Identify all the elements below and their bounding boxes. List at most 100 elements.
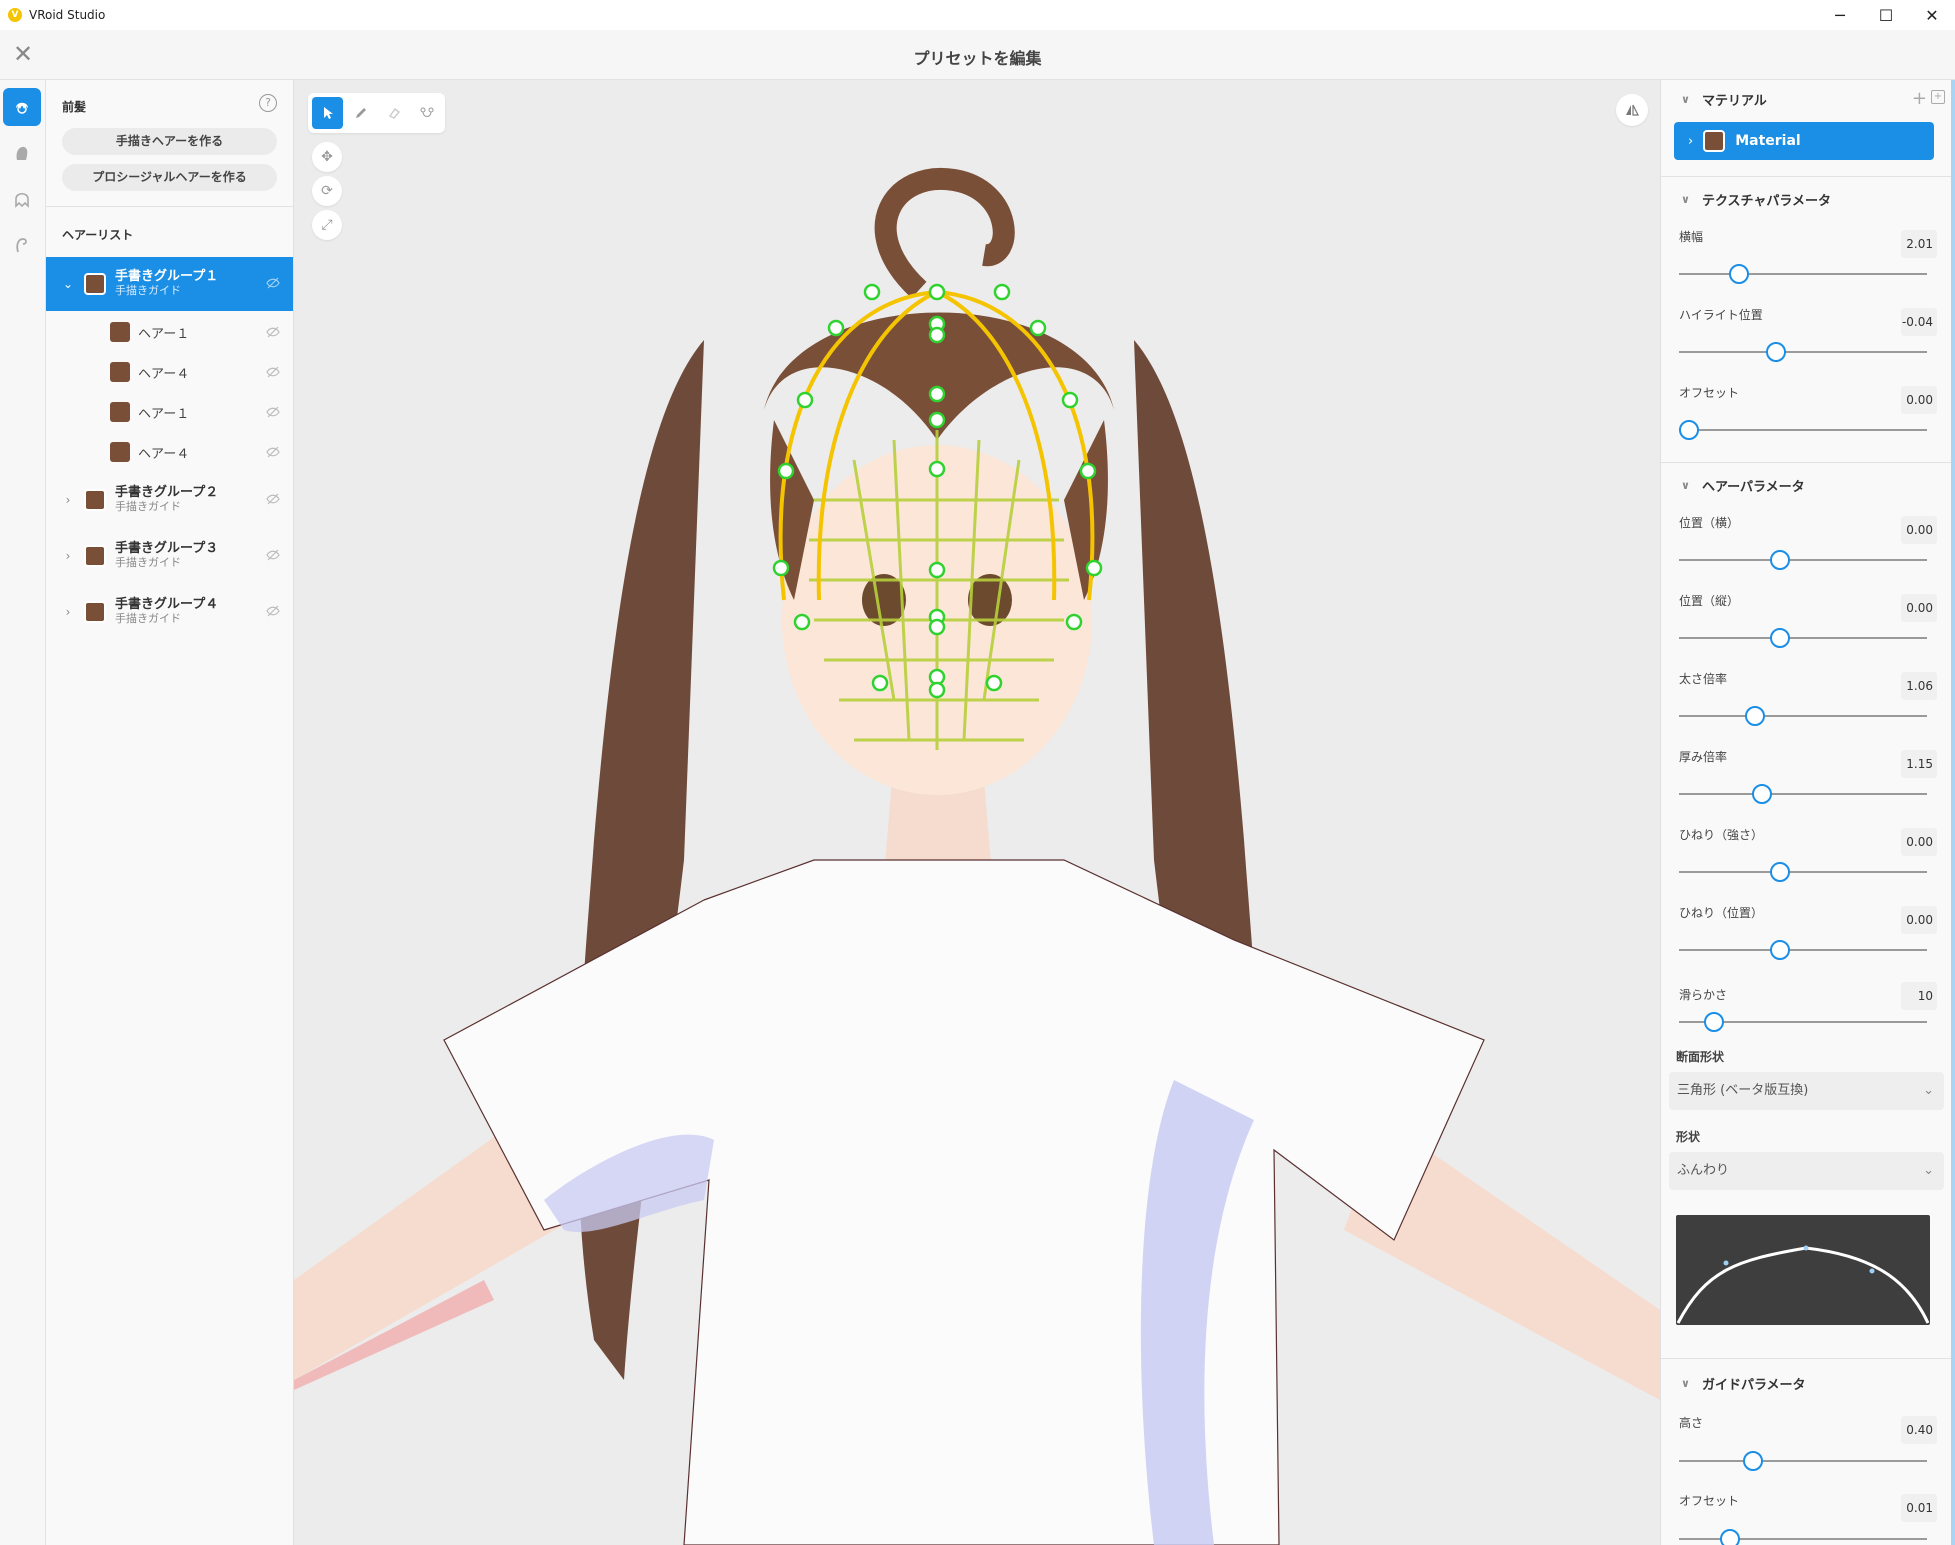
visibility-hidden-icon[interactable] (265, 324, 281, 340)
param-slider[interactable] (1679, 862, 1927, 882)
slider-thumb[interactable] (1742, 1451, 1763, 1471)
group-type: 手描きガイド (115, 500, 181, 513)
param-slider[interactable] (1679, 1529, 1927, 1545)
material-swatch (110, 362, 130, 382)
shape-select[interactable]: ふんわり ⌄ (1669, 1152, 1944, 1190)
material-section-header[interactable]: ∨ マテリアル (1681, 90, 1767, 109)
panel-heading: 前髪 (62, 100, 87, 114)
param-value-input[interactable]: 0.40 (1901, 1416, 1937, 1444)
visibility-hidden-icon[interactable] (265, 275, 281, 291)
slider-thumb[interactable] (1770, 628, 1791, 648)
create-procedural-hair-button[interactable]: プロシージャルヘアーを作る (62, 164, 277, 191)
ahoge-icon[interactable] (3, 226, 41, 264)
hair-name: ヘアー４ (138, 446, 190, 462)
eraser-icon[interactable] (379, 97, 410, 129)
visibility-hidden-icon[interactable] (265, 491, 281, 507)
visibility-hidden-icon[interactable] (265, 547, 281, 563)
param-slider[interactable] (1679, 706, 1927, 726)
slider-thumb[interactable] (1720, 1529, 1741, 1545)
hair-child-row[interactable]: ヘアー４ (46, 352, 293, 392)
param-slider[interactable] (1679, 1012, 1927, 1032)
chevron-right-icon[interactable]: › (58, 549, 78, 563)
param-value-input[interactable]: 0.00 (1901, 386, 1937, 414)
guide-heading: ガイドパラメータ (1701, 1378, 1806, 1393)
hair-group-row[interactable]: › 手書きグループ３ 手描きガイド (46, 529, 293, 583)
pen-icon[interactable] (345, 97, 376, 129)
param-value-input[interactable]: 1.15 (1901, 750, 1937, 778)
shape-value: ふんわり (1677, 1163, 1730, 1178)
move-view-icon[interactable]: ✥ (312, 142, 342, 172)
cross-section-value: 三角形 (ベータ版互換) (1677, 1083, 1809, 1098)
slider-thumb[interactable] (1704, 1012, 1725, 1032)
slider-thumb[interactable] (1729, 264, 1750, 284)
3d-viewport[interactable]: ✥ ⟳ ⤢ (294, 80, 1660, 1545)
material-row[interactable]: › Material (1674, 122, 1934, 160)
chevron-down-icon[interactable]: ⌄ (58, 277, 78, 291)
hair-section-header[interactable]: ∨ ヘアーパラメータ (1681, 476, 1805, 495)
param-slider[interactable] (1679, 420, 1927, 440)
material-swatch (84, 489, 106, 511)
hair-group-row[interactable]: › 手書きグループ４ 手描きガイド (46, 585, 293, 639)
slider-thumb[interactable] (1770, 862, 1791, 882)
chevron-right-icon[interactable]: › (58, 493, 78, 507)
visibility-hidden-icon[interactable] (265, 444, 281, 460)
param-value-input[interactable]: 0.00 (1901, 906, 1937, 934)
shape-curve-editor[interactable] (1676, 1215, 1930, 1325)
material-swatch (84, 273, 106, 295)
visibility-hidden-icon[interactable] (265, 364, 281, 380)
visibility-hidden-icon[interactable] (265, 404, 281, 420)
param-value-input[interactable]: 10 (1901, 982, 1937, 1010)
hair-base-icon[interactable] (3, 134, 41, 172)
hair-child-row[interactable]: ヘアー４ (46, 432, 293, 472)
slider-thumb[interactable] (1770, 940, 1791, 960)
param-slider[interactable] (1679, 784, 1927, 804)
param-value-input[interactable]: 0.00 (1901, 828, 1937, 856)
param-value-input[interactable]: 0.01 (1901, 1494, 1937, 1522)
slider-thumb[interactable] (1770, 550, 1791, 570)
create-hand-hair-button[interactable]: 手描きヘアーを作る (62, 128, 277, 155)
param-value-input[interactable]: 2.01 (1901, 230, 1937, 258)
window-close-button[interactable]: ✕ (1909, 0, 1955, 30)
param-value-input[interactable]: 0.00 (1901, 594, 1937, 622)
param-slider[interactable] (1679, 550, 1927, 570)
hair-child-row[interactable]: ヘアー１ (46, 392, 293, 432)
hair-back-icon[interactable] (3, 180, 41, 218)
maximize-button[interactable]: ☐ (1863, 0, 1909, 30)
hair-child-row[interactable]: ヘアー１ (46, 312, 293, 352)
rotate-view-icon[interactable]: ⟳ (312, 176, 342, 206)
hair-name: ヘアー１ (138, 406, 190, 422)
add-material-icon[interactable]: + (1912, 88, 1927, 109)
param-value-input[interactable]: -0.04 (1901, 308, 1937, 336)
help-icon[interactable]: ? (259, 94, 277, 112)
group-name: 手書きグループ３ (115, 541, 219, 556)
param-slider[interactable] (1679, 342, 1927, 362)
param-slider[interactable] (1679, 628, 1927, 648)
visibility-hidden-icon[interactable] (265, 603, 281, 619)
slider-thumb[interactable] (1751, 784, 1772, 804)
chevron-right-icon[interactable]: › (58, 605, 78, 619)
slider-thumb[interactable] (1745, 706, 1766, 726)
properties-panel: ∨ マテリアル + + › Material ∨ テクスチャパラメータ 横幅 2.0… (1660, 80, 1955, 1545)
param-label: 厚み倍率 (1679, 750, 1728, 764)
curve-edit-icon[interactable] (412, 97, 443, 129)
param-value-input[interactable]: 1.06 (1901, 672, 1937, 700)
guide-section-header[interactable]: ∨ ガイドパラメータ (1681, 1374, 1806, 1393)
hair-group-row[interactable]: › 手書きグループ２ 手描きガイド (46, 473, 293, 527)
select-cursor-icon[interactable] (312, 97, 344, 129)
slider-thumb[interactable] (1765, 342, 1786, 362)
zoom-view-icon[interactable]: ⤢ (312, 210, 342, 240)
param-slider[interactable] (1679, 264, 1927, 284)
texture-section-header[interactable]: ∨ テクスチャパラメータ (1681, 190, 1831, 209)
material-heading: マテリアル (1701, 94, 1767, 109)
hair-group-row[interactable]: ⌄ 手書きグループ１ 手描きガイド (46, 257, 293, 311)
minimize-button[interactable]: ─ (1817, 0, 1863, 30)
param-slider[interactable] (1679, 1451, 1927, 1471)
cross-section-select[interactable]: 三角形 (ベータ版互換) ⌄ (1669, 1072, 1944, 1110)
param-slider[interactable] (1679, 940, 1927, 960)
slider-thumb[interactable] (1679, 420, 1699, 440)
param-value-input[interactable]: 0.00 (1901, 516, 1937, 544)
duplicate-material-icon[interactable]: + (1931, 90, 1945, 104)
scrollbar[interactable] (1951, 80, 1955, 1545)
hair-front-icon[interactable] (3, 88, 41, 126)
mirror-icon[interactable] (1616, 94, 1648, 126)
